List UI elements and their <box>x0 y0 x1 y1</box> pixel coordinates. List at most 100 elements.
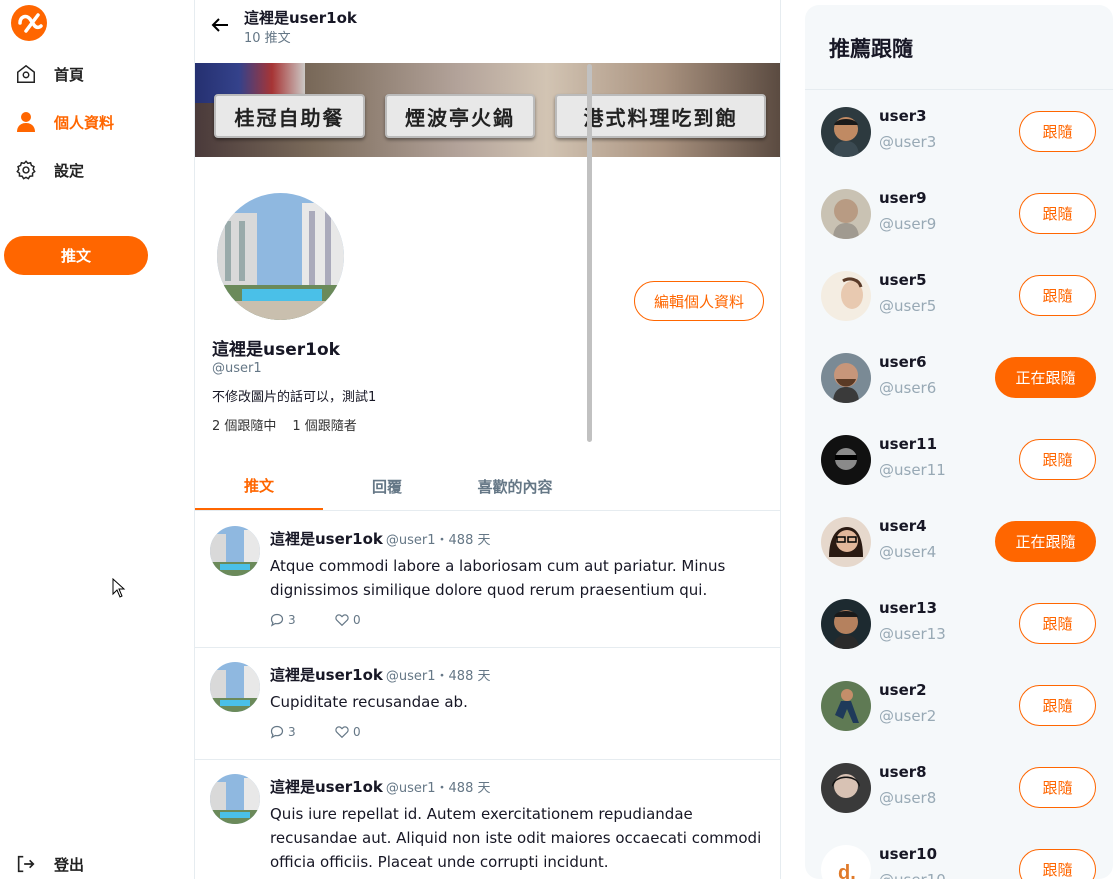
tweet-item[interactable]: 這裡是user1ok @user1・488 天 Cupiditate recusa… <box>195 648 780 760</box>
avatar[interactable] <box>821 435 871 485</box>
header-tweet-count: 10 推文 <box>244 31 291 46</box>
suggestion-item[interactable]: user2 @user2 跟隨 <box>805 661 1113 743</box>
cover-sign-2: 煙波亭火鍋 <box>385 94 535 138</box>
tab-likes[interactable]: 喜歡的內容 <box>451 463 579 510</box>
profile-handle: @user1 <box>212 361 262 376</box>
suggestion-handle: @user10 <box>879 871 946 879</box>
suggestion-name: user11 <box>879 435 938 453</box>
follow-button[interactable]: 跟隨 <box>1019 275 1096 316</box>
tweet-avatar[interactable] <box>210 526 260 576</box>
cover-image: 桂冠自助餐 煙波亭火鍋 港式料理吃到飽 <box>195 63 780 157</box>
comment-icon <box>270 613 284 627</box>
avatar[interactable] <box>821 271 871 321</box>
tweet-button[interactable]: 推文 <box>4 236 148 275</box>
suggestion-handle: @user5 <box>879 297 937 315</box>
followers-count[interactable]: 1 個跟隨者 <box>292 415 356 434</box>
avatar[interactable]: d. <box>821 845 871 879</box>
tweet-actions: 3 0 <box>270 613 400 627</box>
avatar[interactable] <box>821 107 871 157</box>
suggestion-handle: @user13 <box>879 625 946 643</box>
follow-button[interactable]: 跟隨 <box>1019 603 1096 644</box>
nav-profile[interactable]: 個人資料 <box>14 110 114 134</box>
tweet-item[interactable]: 這裡是user1ok @user1・488 天 Atque commodi lab… <box>195 512 780 648</box>
suggestion-name: user10 <box>879 845 938 863</box>
tweet-author: 這裡是user1ok <box>270 778 383 796</box>
tweet-item[interactable]: 這裡是user1ok @user1・488 天 Quis iure repella… <box>195 760 780 879</box>
suggestion-name: user13 <box>879 599 938 617</box>
suggestion-name: user4 <box>879 517 927 535</box>
tweet-meta: @user1・488 天 <box>385 533 491 548</box>
tweet-body: Quis iure repellat id. Autem exercitatio… <box>270 805 762 871</box>
suggestion-name: user2 <box>879 681 927 699</box>
avatar[interactable] <box>821 189 871 239</box>
reply-count: 3 <box>288 725 296 739</box>
follow-button[interactable]: 跟隨 <box>1019 849 1096 879</box>
reply-count: 3 <box>288 613 296 627</box>
suggestion-handle: @user6 <box>879 379 937 397</box>
header-title: 這裡是user1ok <box>244 9 357 27</box>
profile-name: 這裡是user1ok <box>212 340 340 360</box>
follow-button[interactable]: 跟隨 <box>1019 685 1096 726</box>
suggestion-item[interactable]: user9 @user9 跟隨 <box>805 169 1113 251</box>
tweet-avatar[interactable] <box>210 662 260 712</box>
tab-replies[interactable]: 回覆 <box>323 463 451 510</box>
avatar[interactable] <box>821 681 871 731</box>
tweet-header: 這裡是user1ok @user1・488 天 <box>270 664 490 685</box>
suggestion-handle: @user11 <box>879 461 946 479</box>
profile-bio: 不修改圖片的話可以，測試1 <box>212 390 377 405</box>
nav-settings-label: 設定 <box>54 161 85 180</box>
following-button[interactable]: 正在跟隨 <box>995 357 1096 398</box>
tweet-body: Cupiditate recusandae ab. <box>270 693 468 711</box>
suggestion-item[interactable]: d. user10 @user10 跟隨 <box>805 825 1113 879</box>
avatar[interactable] <box>821 353 871 403</box>
avatar[interactable] <box>821 763 871 813</box>
follow-button[interactable]: 跟隨 <box>1019 193 1096 234</box>
suggestion-item[interactable]: user3 @user3 跟隨 <box>805 87 1113 169</box>
following-count[interactable]: 2 個跟隨中 <box>212 415 276 434</box>
suggestion-handle: @user2 <box>879 707 937 725</box>
tab-tweets[interactable]: 推文 <box>195 463 323 510</box>
like-count: 0 <box>353 725 361 739</box>
suggestion-handle: @user3 <box>879 133 937 151</box>
suggestion-name: user5 <box>879 271 927 289</box>
edit-profile-button[interactable]: 編輯個人資料 <box>634 281 764 321</box>
suggestion-handle: @user8 <box>879 789 937 807</box>
suggestion-item[interactable]: user4 @user4 正在跟隨 <box>805 497 1113 579</box>
profile-avatar[interactable] <box>214 190 347 323</box>
suggestion-name: user6 <box>879 353 927 371</box>
tweet-meta: @user1・488 天 <box>385 669 491 684</box>
follow-button[interactable]: 跟隨 <box>1019 767 1096 808</box>
suggestion-handle: @user4 <box>879 543 937 561</box>
logout-button[interactable]: 登出 <box>14 852 84 876</box>
tweet-author: 這裡是user1ok <box>270 666 383 684</box>
back-arrow-icon[interactable] <box>209 14 231 36</box>
avatar[interactable] <box>821 599 871 649</box>
main-scrollbar[interactable] <box>587 64 592 442</box>
suggestion-item[interactable]: user6 @user6 正在跟隨 <box>805 333 1113 415</box>
follow-button[interactable]: 跟隨 <box>1019 439 1096 480</box>
reply-action[interactable]: 3 <box>270 725 335 739</box>
nav-home[interactable]: 首頁 <box>14 62 84 86</box>
suggestion-item[interactable]: user13 @user13 跟隨 <box>805 579 1113 661</box>
logo-icon[interactable] <box>9 3 49 43</box>
following-button[interactable]: 正在跟隨 <box>995 521 1096 562</box>
cover-sign-1: 桂冠自助餐 <box>214 94 365 138</box>
nav-profile-label: 個人資料 <box>54 113 115 132</box>
like-action[interactable]: 0 <box>335 725 400 739</box>
suggestion-item[interactable]: user11 @user11 跟隨 <box>805 415 1113 497</box>
app-root: 首頁 個人資料 設定 推文 登出 這裡是user1ok 10 推文 桂冠自助餐 … <box>0 0 1115 879</box>
avatar[interactable] <box>821 517 871 567</box>
heart-icon <box>335 726 349 739</box>
tweet-actions: 3 0 <box>270 725 400 739</box>
tweet-avatar[interactable] <box>210 774 260 824</box>
nav-settings[interactable]: 設定 <box>14 158 84 182</box>
profile-header: 這裡是user1ok 10 推文 <box>195 0 780 63</box>
like-action[interactable]: 0 <box>335 613 400 627</box>
reply-action[interactable]: 3 <box>270 613 335 627</box>
suggestion-item[interactable]: user8 @user8 跟隨 <box>805 743 1113 825</box>
follow-button[interactable]: 跟隨 <box>1019 111 1096 152</box>
suggestions-title: 推薦跟隨 <box>829 37 913 61</box>
user-icon <box>14 110 38 134</box>
suggestion-item[interactable]: user5 @user5 跟隨 <box>805 251 1113 333</box>
profile-tabs: 推文 回覆 喜歡的內容 <box>195 463 780 511</box>
